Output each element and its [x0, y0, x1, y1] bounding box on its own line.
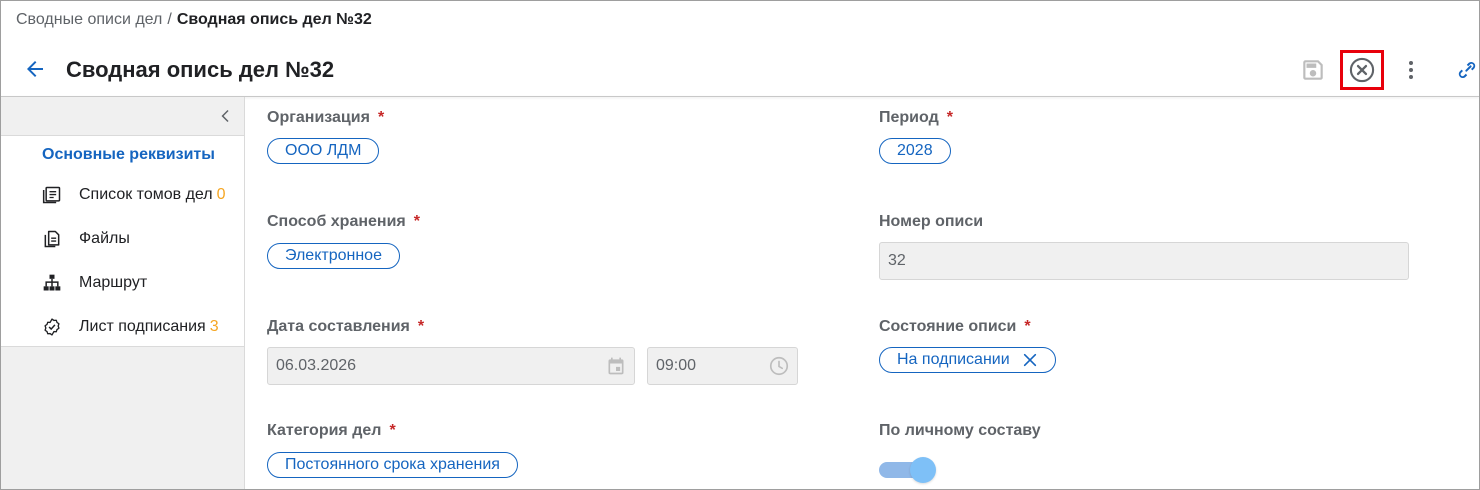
- sidebar-item-route[interactable]: Маршрут: [41, 270, 151, 296]
- period-label: Период *: [879, 109, 953, 126]
- by-personnel-toggle[interactable]: [879, 457, 937, 483]
- page-title: Сводная опись дел №32: [66, 57, 335, 82]
- sidebar-item-label: Маршрут: [79, 274, 148, 291]
- app-window: Сводные описи дел / Сводная опись дел №32 …: [0, 0, 1480, 490]
- storage-method-label: Способ хранения *: [267, 213, 420, 230]
- breadcrumb: Сводные описи дел / Сводная опись дел №32: [16, 11, 372, 29]
- sidebar-collapse-button[interactable]: [215, 105, 237, 127]
- case-category-label: Категория дел *: [267, 422, 396, 439]
- title-bar: Сводная опись дел №32: [1, 49, 1479, 91]
- chevron-left-icon: [221, 110, 229, 122]
- sidebar: Основные реквизиты Список томов дел 0 Фа…: [1, 97, 245, 489]
- required-marker: *: [389, 422, 396, 439]
- signature-sheet-icon: [41, 316, 63, 338]
- storage-method-chip[interactable]: Электронное: [267, 243, 400, 269]
- toggle-knob: [910, 457, 936, 483]
- clock-icon[interactable]: [768, 355, 790, 377]
- inventory-number-label: Номер описи: [879, 213, 984, 230]
- compile-date-label: Дата составления *: [267, 318, 425, 335]
- case-category-chip[interactable]: Постоянного срока хранения: [267, 452, 518, 478]
- volumes-list-icon: [41, 184, 63, 206]
- by-personnel-label: По личному составу: [879, 422, 1041, 439]
- required-marker: *: [377, 109, 385, 126]
- arrow-left-icon: [27, 61, 43, 77]
- save-button[interactable]: [1296, 53, 1330, 87]
- copy-link-button[interactable]: [1450, 53, 1479, 87]
- sidebar-item-label: Файлы: [79, 230, 130, 247]
- period-chip[interactable]: 2028: [879, 138, 951, 164]
- sidebar-item-label: Лист подписания: [79, 318, 206, 335]
- link-icon: [1458, 62, 1476, 78]
- files-icon: [41, 228, 63, 250]
- save-icon: [1303, 60, 1323, 80]
- more-vertical-icon: [1409, 61, 1413, 79]
- sidebar-item-volumes-list[interactable]: Список томов дел 0: [41, 182, 226, 208]
- required-marker: *: [1024, 318, 1031, 335]
- required-marker: *: [417, 318, 425, 335]
- sidebar-item-label: Список томов дел: [79, 186, 213, 203]
- sidebar-item-count: 0: [216, 186, 226, 203]
- sidebar-item-main-details[interactable]: Основные реквизиты: [42, 146, 215, 164]
- compile-date-input[interactable]: 06.03.2026: [267, 347, 635, 385]
- calendar-icon[interactable]: [605, 355, 627, 377]
- inventory-number-input[interactable]: 32: [879, 242, 1409, 280]
- back-button[interactable]: [21, 55, 49, 83]
- required-marker: *: [946, 109, 953, 126]
- more-options-button[interactable]: [1394, 53, 1428, 87]
- sidebar-item-count: 3: [209, 318, 219, 335]
- compile-time-input[interactable]: 09:00: [647, 347, 798, 385]
- breadcrumb-separator: /: [167, 11, 172, 28]
- breadcrumb-parent-link[interactable]: Сводные описи дел: [16, 11, 162, 28]
- sidebar-item-files[interactable]: Файлы: [41, 226, 134, 252]
- inventory-state-value: На подписании: [897, 351, 1010, 368]
- close-button[interactable]: [1340, 50, 1384, 90]
- organization-label: Организация *: [267, 109, 385, 126]
- compile-time-value: 09:00: [656, 357, 697, 374]
- close-circle-icon: [1349, 57, 1375, 83]
- organization-chip[interactable]: ООО ЛДМ: [267, 138, 380, 164]
- inventory-number-value: 32: [888, 252, 906, 269]
- clear-icon[interactable]: [1022, 352, 1038, 368]
- sidebar-nav: Основные реквизиты Список томов дел 0 Фа…: [1, 135, 244, 347]
- breadcrumb-current: Сводная опись дел №32: [176, 11, 372, 28]
- route-tree-icon: [41, 272, 63, 294]
- required-marker: *: [413, 213, 420, 230]
- inventory-state-label: Состояние описи *: [879, 318, 1031, 335]
- compile-date-value: 06.03.2026: [276, 357, 357, 374]
- sidebar-item-signature-sheet[interactable]: Лист подписания 3: [41, 314, 219, 340]
- inventory-state-chip[interactable]: На подписании: [879, 347, 1056, 373]
